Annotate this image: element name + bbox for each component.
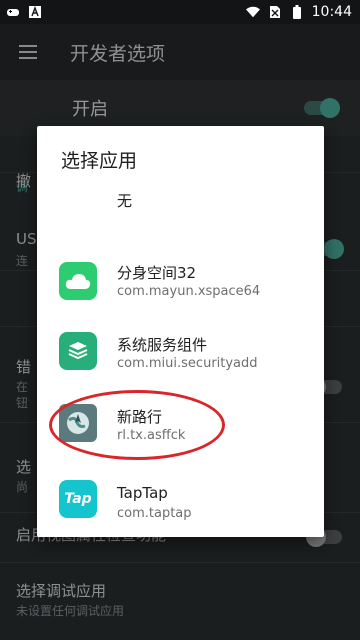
game-controller-icon <box>6 5 20 19</box>
app-package: com.taptap <box>117 506 192 521</box>
wifi-icon <box>245 5 260 19</box>
app-option-securityadd[interactable]: 系统服务组件 com.miui.securityadd <box>37 324 324 388</box>
app-option-xspace[interactable]: 分身空间32 com.mayun.xspace64 <box>37 252 324 316</box>
layers-icon <box>59 332 97 370</box>
status-bar: 10:44 <box>0 0 360 24</box>
taptap-logo-icon: Tap <box>59 480 97 518</box>
taptap-logo-text: Tap <box>64 491 92 507</box>
app-option-taptap[interactable]: Tap TapTap com.taptap <box>37 470 324 534</box>
choose-app-dialog: 选择应用 无 分身空间32 com.mayun.xspace64 系统服务组件 … <box>37 126 324 537</box>
app-name: 系统服务组件 <box>117 336 208 354</box>
status-time: 10:44 <box>311 4 352 20</box>
a-notification-icon <box>28 5 42 19</box>
app-package: com.mayun.xspace64 <box>117 284 261 299</box>
highlight-annotation-ellipse <box>49 390 225 460</box>
no-sim-icon <box>268 5 282 19</box>
battery-icon <box>290 5 304 19</box>
cloud-icon <box>59 262 97 300</box>
dialog-title: 选择应用 <box>61 150 138 172</box>
app-package: com.miui.securityadd <box>117 356 258 371</box>
option-none-label: 无 <box>117 192 133 210</box>
app-name: 分身空间32 <box>117 264 197 282</box>
option-none[interactable]: 无 <box>37 184 324 224</box>
app-name: TapTap <box>117 484 168 502</box>
